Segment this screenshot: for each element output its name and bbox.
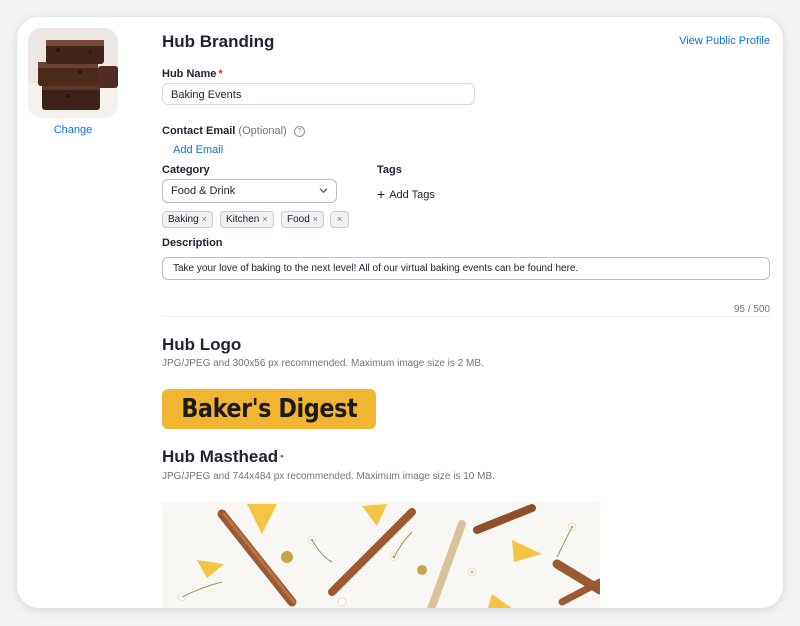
tag-chip[interactable]: Kitchen × bbox=[220, 211, 274, 228]
tag-chip-label: Food bbox=[287, 214, 310, 225]
section-divider bbox=[162, 316, 770, 317]
hub-logo-title: Hub Logo bbox=[162, 335, 242, 354]
remove-tag-icon[interactable]: × bbox=[202, 214, 207, 224]
tag-chip[interactable]: × bbox=[330, 211, 350, 228]
tag-chip[interactable]: Food × bbox=[281, 211, 325, 228]
required-asterisk: * bbox=[218, 68, 223, 80]
category-select[interactable]: Food & Drink bbox=[162, 179, 337, 203]
add-tags-label: Add Tags bbox=[389, 189, 435, 201]
description-input[interactable]: Take your love of baking to the next lev… bbox=[162, 257, 770, 280]
hub-masthead-image[interactable] bbox=[162, 502, 600, 608]
plus-icon: + bbox=[377, 186, 386, 202]
contact-email-label: Contact Email (Optional) ? bbox=[162, 125, 305, 137]
hub-branding-card: Change Hub Branding View Public Profile … bbox=[17, 17, 783, 608]
description-label: Description bbox=[162, 237, 223, 249]
hub-masthead-title-text: Hub Masthead bbox=[162, 447, 279, 466]
chevron-down-icon bbox=[319, 188, 328, 194]
required-dot: • bbox=[280, 451, 284, 461]
cinnamon-lemon-photo bbox=[162, 502, 600, 608]
description-char-counter: 95 / 500 bbox=[733, 304, 770, 315]
remove-tag-icon[interactable]: × bbox=[337, 214, 342, 224]
change-avatar-link[interactable]: Change bbox=[42, 124, 104, 136]
hub-logo-hint: JPG/JPEG and 300x56 px recommended. Maxi… bbox=[162, 358, 484, 369]
remove-tag-icon[interactable]: × bbox=[313, 214, 318, 224]
add-tags-button[interactable]: + Add Tags bbox=[377, 186, 435, 202]
logo-text: Baker's Digest bbox=[181, 394, 357, 424]
hub-avatar-image[interactable] bbox=[28, 28, 118, 118]
tags-label: Tags bbox=[377, 164, 402, 176]
tag-chip[interactable]: Baking × bbox=[162, 211, 213, 228]
category-label: Category bbox=[162, 164, 210, 176]
contact-email-label-text: Contact Email bbox=[162, 125, 236, 137]
hub-name-label-text: Hub Name bbox=[162, 68, 217, 80]
hub-logo-image[interactable]: Baker's Digest bbox=[162, 389, 376, 429]
remove-tag-icon[interactable]: × bbox=[262, 214, 267, 224]
hub-name-input[interactable]: Baking Events bbox=[162, 83, 475, 105]
hub-name-label: Hub Name * bbox=[162, 68, 223, 80]
hub-masthead-hint: JPG/JPEG and 744x484 px recommended. Max… bbox=[162, 471, 495, 482]
brownie-photo bbox=[28, 28, 118, 118]
help-icon[interactable]: ? bbox=[293, 125, 305, 137]
category-selected-value: Food & Drink bbox=[171, 185, 236, 197]
tag-chip-label: Kitchen bbox=[226, 214, 260, 225]
view-public-profile-link[interactable]: View Public Profile bbox=[679, 35, 770, 47]
add-email-link[interactable]: Add Email bbox=[173, 144, 223, 156]
page-title: Hub Branding bbox=[162, 32, 275, 51]
hub-masthead-title: Hub Masthead • bbox=[162, 447, 283, 467]
optional-tag: (Optional) bbox=[238, 125, 287, 137]
tag-chip-label: Baking bbox=[168, 214, 199, 225]
